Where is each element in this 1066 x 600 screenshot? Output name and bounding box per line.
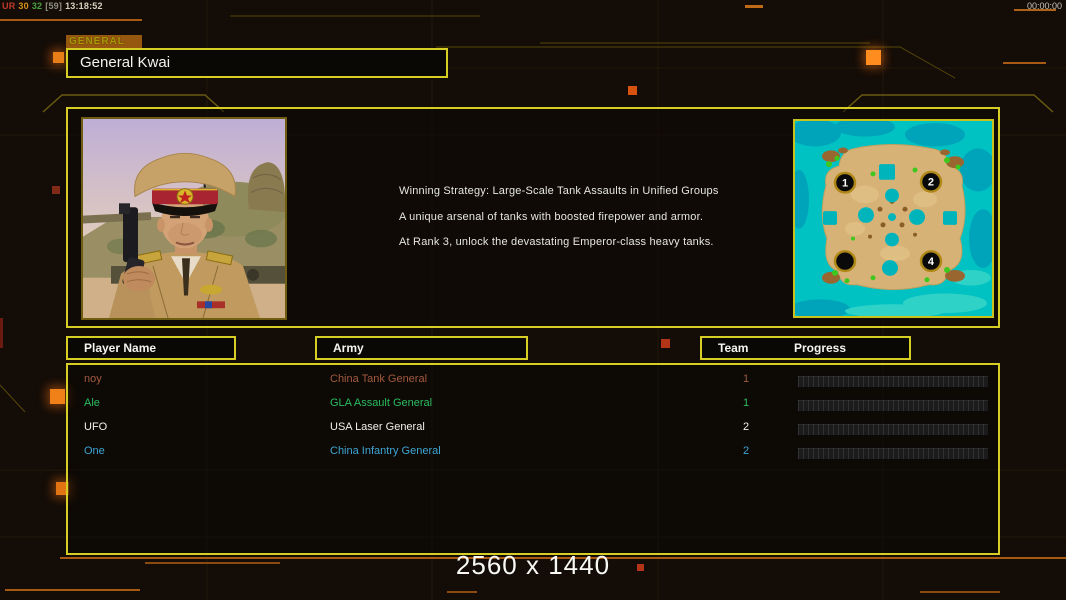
start-position-marker bbox=[833, 250, 857, 273]
stat-item: [59] bbox=[45, 1, 63, 11]
player-army: China Infantry General bbox=[330, 445, 441, 457]
resolution-overlay: 2560 x 1440 bbox=[455, 550, 611, 580]
start-position-marker: 1 bbox=[833, 171, 857, 194]
svg-text:4: 4 bbox=[928, 256, 934, 268]
player-team: 2 bbox=[742, 445, 750, 457]
player-team: 2 bbox=[742, 421, 750, 433]
player-army: GLA Assault General bbox=[330, 397, 433, 409]
player-team: 1 bbox=[742, 397, 750, 409]
player-name: One bbox=[84, 445, 105, 457]
start-position-marker: 4 bbox=[919, 250, 943, 273]
header-player-name: Player Name bbox=[66, 336, 236, 360]
player-army: USA Laser General bbox=[330, 421, 425, 433]
stat-item: UR bbox=[2, 1, 16, 11]
player-progress-bar bbox=[797, 399, 989, 412]
strategy-line-2: A unique arsenal of tanks with boosted f… bbox=[399, 211, 704, 223]
player-name: UFO bbox=[84, 421, 108, 433]
player-name: noy bbox=[84, 373, 102, 385]
player-team: 1 bbox=[742, 373, 750, 385]
player-row: One China Infantry General 2 bbox=[68, 441, 998, 465]
start-position-marker: 2 bbox=[919, 170, 943, 193]
stat-item: 13:18:52 bbox=[65, 1, 103, 11]
player-row: noy China Tank General 1 bbox=[68, 369, 998, 393]
strategy-line-1: Winning Strategy: Large-Scale Tank Assau… bbox=[399, 185, 719, 197]
player-progress-bar bbox=[797, 423, 989, 436]
general-name-box: General Kwai bbox=[66, 48, 448, 78]
loading-screen: UR 30 32 [59] 13:18:52 00:00:00 GENERAL Gene… bbox=[0, 0, 1066, 600]
header-team: Team bbox=[718, 341, 749, 355]
general-tab-label: GENERAL bbox=[66, 35, 142, 48]
player-name: Ale bbox=[84, 397, 100, 409]
general-info-panel: Winning Strategy: Large-Scale Tank Assau… bbox=[66, 107, 1000, 328]
header-progress: Progress bbox=[794, 341, 847, 355]
header-army: Army bbox=[315, 336, 528, 360]
strategy-line-3: At Rank 3, unlock the devastating Empero… bbox=[399, 236, 714, 248]
player-row: UFO USA Laser General 2 bbox=[68, 417, 998, 441]
general-portrait bbox=[78, 117, 287, 320]
player-army: China Tank General bbox=[330, 373, 428, 385]
svg-text:1: 1 bbox=[842, 178, 848, 190]
player-progress-bar bbox=[797, 447, 989, 460]
fps-stats-overlay: UR 30 32 [59] 13:18:52 bbox=[2, 1, 106, 11]
player-row: Ale GLA Assault General 1 bbox=[68, 393, 998, 417]
player-list-panel: noy China Tank General 1 Ale GLA Assault Gen… bbox=[66, 363, 1000, 555]
stat-item: 32 bbox=[31, 1, 43, 11]
header-team-progress: Team Progress bbox=[700, 336, 911, 360]
svg-text:2: 2 bbox=[928, 177, 934, 189]
player-progress-bar bbox=[797, 375, 989, 388]
match-timer: 00:00:00 bbox=[1026, 1, 1062, 11]
map-preview: 1 2 4 bbox=[789, 117, 997, 319]
stat-item: 30 bbox=[18, 1, 29, 11]
